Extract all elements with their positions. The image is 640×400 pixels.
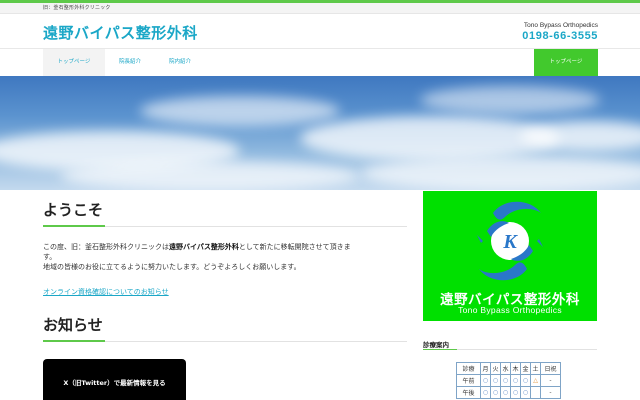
schedule-mark: - xyxy=(540,386,561,399)
site-header: 遠野バイパス整形外科 Tono Bypass Orthopedics 0198-… xyxy=(0,15,640,48)
top-bar: 旧：釜石整形外科クリニック xyxy=(0,3,640,14)
phone-number[interactable]: 0198-66-3555 xyxy=(522,30,598,42)
schedule-table: 診療 月 火 水 木 金 土 日祝 午前 ○ ○ ○ ○ ○ △ - 午後 ○ … xyxy=(456,362,561,399)
site-title[interactable]: 遠野バイパス整形外科 xyxy=(43,22,198,43)
logo-en-text: Tono Bypass Orthopedics xyxy=(458,305,562,315)
schedule-mark: △ xyxy=(530,374,541,387)
schedule-row-pm: 午後 ○ ○ ○ ○ ○ - xyxy=(456,386,561,399)
schedule-row-am: 午前 ○ ○ ○ ○ ○ △ - xyxy=(456,374,561,387)
schedule-mark: ○ xyxy=(510,386,521,399)
schedule-mark: ○ xyxy=(490,386,501,399)
schedule-divider-accent xyxy=(423,349,457,350)
schedule-heading: 診療案内 xyxy=(423,341,449,349)
day-sat: 土 xyxy=(530,362,541,375)
day-wed: 水 xyxy=(500,362,511,375)
schedule-corner: 診療 xyxy=(456,362,481,375)
dolphin-logo-icon: K xyxy=(477,201,543,281)
clinic-logo: K 遠野バイパス整形外科 Tono Bypass Orthopedics xyxy=(423,191,597,321)
row-label-pm: 午後 xyxy=(456,386,481,399)
hero-sky-image xyxy=(0,76,640,190)
schedule-mark: ○ xyxy=(520,374,531,387)
x-twitter-banner[interactable]: X（旧Twitter）で最新情報を見る xyxy=(43,359,186,400)
nav-item-facility[interactable]: 院内紹介 xyxy=(158,49,202,76)
welcome-heading: ようこそ xyxy=(43,201,104,219)
nav-item-director[interactable]: 院長紹介 xyxy=(108,49,152,76)
news-heading: お知らせ xyxy=(43,316,103,334)
schedule-mark: ○ xyxy=(500,386,511,399)
welcome-divider-accent xyxy=(43,225,105,227)
english-name: Tono Bypass Orthopedics xyxy=(523,22,598,29)
schedule-mark: ○ xyxy=(480,374,491,387)
schedule-mark xyxy=(530,386,541,399)
day-mon: 月 xyxy=(480,362,491,375)
online-qualification-link[interactable]: オンライン資格確認についてのお知らせ xyxy=(43,287,169,297)
schedule-header-row: 診療 月 火 水 木 金 土 日祝 xyxy=(456,362,561,375)
tagline: 旧：釜石整形外科クリニック xyxy=(43,5,111,11)
day-sun-holiday: 日祝 xyxy=(540,362,561,375)
schedule-mark: ○ xyxy=(480,386,491,399)
schedule-mark: ○ xyxy=(520,386,531,399)
global-nav: トップページ 院長紹介 院内紹介 トップページ xyxy=(0,48,640,76)
day-thu: 木 xyxy=(510,362,521,375)
schedule-mark: ○ xyxy=(500,374,511,387)
row-label-am: 午前 xyxy=(456,374,481,387)
nav-cta-button[interactable]: トップページ xyxy=(534,49,598,76)
x-banner-label: X（旧Twitter）で最新情報を見る xyxy=(63,379,166,387)
schedule-mark: ○ xyxy=(490,374,501,387)
news-divider-accent xyxy=(43,340,105,342)
schedule-mark: - xyxy=(540,374,561,387)
day-tue: 火 xyxy=(490,362,501,375)
svg-text:K: K xyxy=(502,231,518,253)
nav-item-top[interactable]: トップページ xyxy=(43,49,105,76)
day-fri: 金 xyxy=(520,362,531,375)
welcome-text: この度、旧：釜石整形外科クリニックは遠野バイパス整形外科として新たに移転開院させ… xyxy=(43,243,351,271)
schedule-mark: ○ xyxy=(510,374,521,387)
